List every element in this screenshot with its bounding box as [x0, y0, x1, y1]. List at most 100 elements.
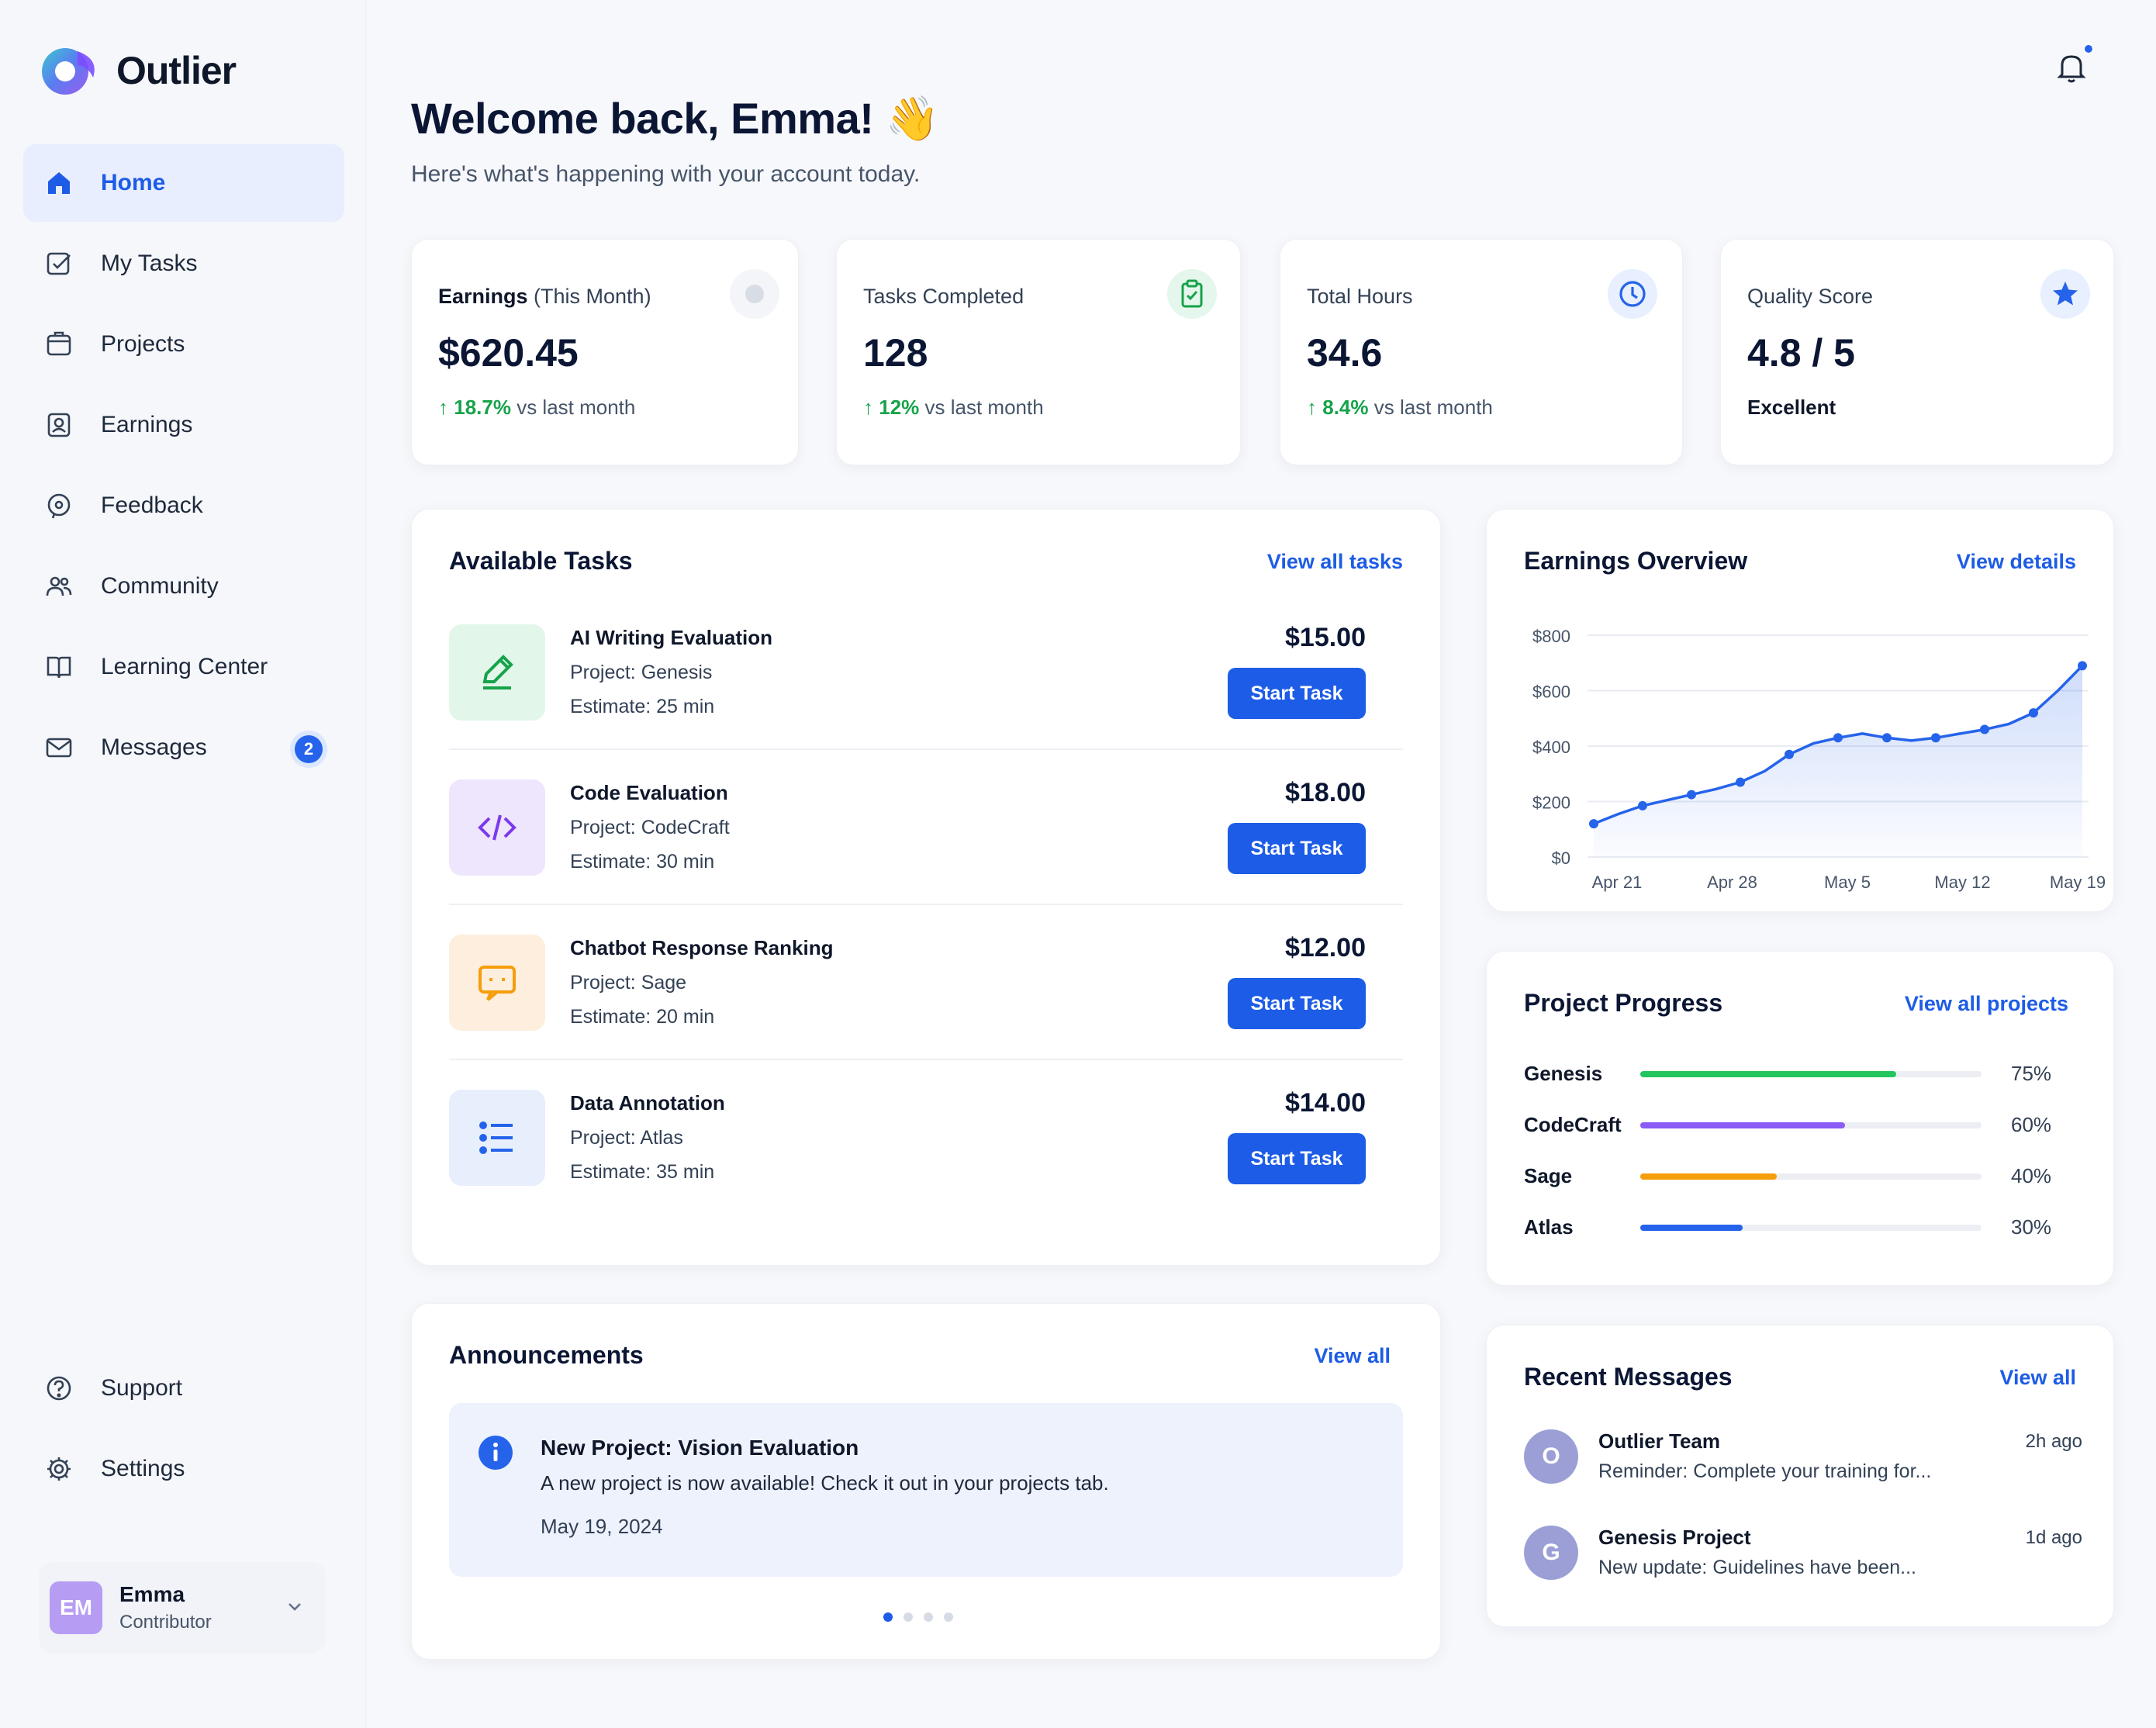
start-task-button[interactable]: Start Task — [1228, 978, 1366, 1029]
y-tick-label: $600 — [1532, 683, 1570, 702]
progress-track — [1640, 1122, 1982, 1128]
y-tick-label: $200 — [1532, 793, 1570, 813]
pager-dot[interactable] — [924, 1612, 933, 1622]
project-progress-panel: Project Progress View all projects Genes… — [1486, 951, 2114, 1286]
clock-icon — [1608, 269, 1657, 319]
sidebar-item-label: Settings — [101, 1456, 185, 1481]
bottom-nav: Support Settings — [23, 1350, 344, 1511]
sidebar-item-feedback[interactable]: Feedback — [23, 467, 344, 544]
notifications-bell-icon[interactable] — [2052, 48, 2091, 87]
data-point — [1638, 800, 1647, 810]
sidebar-item-settings[interactable]: Settings — [23, 1430, 344, 1508]
clipboard-icon — [1167, 269, 1217, 319]
x-tick-label: Apr 28 — [1707, 873, 1757, 892]
sidebar-item-label: Learning Center — [101, 654, 268, 679]
announcement-card[interactable]: New Project: Vision Evaluation A new pro… — [449, 1403, 1403, 1577]
task-estimate: Estimate: 25 min — [570, 696, 715, 717]
sidebar-item-label: My Tasks — [101, 251, 198, 276]
view-all-projects-link[interactable]: View all projects — [1905, 992, 2068, 1016]
panel-title: Recent Messages — [1524, 1363, 1733, 1391]
sidebar-item-home[interactable]: Home — [23, 144, 344, 222]
start-task-button[interactable]: Start Task — [1228, 823, 1366, 874]
stat-delta: ↑ 12% vs last month — [863, 396, 1044, 419]
feedback-icon — [47, 493, 71, 519]
announcement-body: A new project is now available! Check it… — [541, 1471, 1109, 1495]
stat-card-earnings: Earnings (This Month) $620.45 ↑ 18.7% vs… — [411, 239, 799, 465]
pager-dot[interactable] — [883, 1612, 893, 1622]
sidebar-item-label: Messages — [101, 734, 207, 760]
x-tick-label: May 19 — [2050, 873, 2106, 892]
data-point — [1833, 733, 1843, 743]
sidebar-item-label: Projects — [101, 331, 185, 357]
sidebar-item-community[interactable]: Community — [23, 548, 344, 625]
avatar: O — [1524, 1429, 1578, 1484]
pager-dot[interactable] — [904, 1612, 913, 1622]
book-icon — [47, 656, 71, 679]
start-task-button[interactable]: Start Task — [1228, 668, 1366, 719]
user-menu[interactable]: EM Emma Contributor — [39, 1562, 326, 1654]
stat-delta: ↑ 18.7% vs last month — [438, 396, 636, 419]
app-name: Outlier — [116, 49, 237, 92]
task-price: $15.00 — [1285, 623, 1366, 652]
progress-track — [1640, 1225, 1982, 1231]
list-icon — [449, 1090, 545, 1186]
carousel-pager — [883, 1612, 953, 1622]
message-item[interactable]: O Outlier Team Reminder: Complete your t… — [1524, 1429, 2082, 1507]
folder-icon — [47, 331, 71, 356]
project-name: Genesis — [1524, 1062, 1603, 1085]
app-logo[interactable]: Outlier — [39, 43, 237, 98]
task-title: Data Annotation — [570, 1091, 725, 1115]
sidebar-item-learning-center[interactable]: Learning Center — [23, 628, 344, 706]
view-all-messages-link[interactable]: View all — [1999, 1366, 2076, 1390]
message-time: 1d ago — [2025, 1527, 2082, 1548]
data-point — [1589, 819, 1598, 829]
task-project: Project: CodeCraft — [570, 817, 730, 838]
x-tick-label: May 5 — [1824, 873, 1871, 892]
project-progress-row[interactable]: Genesis 75% — [1524, 1059, 2067, 1090]
info-icon — [479, 1436, 513, 1470]
user-role: Contributor — [119, 1612, 212, 1633]
sidebar-item-label: Community — [101, 573, 219, 599]
stat-delta: ↑ 8.4% vs last month — [1307, 396, 1493, 419]
project-name: CodeCraft — [1524, 1113, 1622, 1136]
sidebar-item-my-tasks[interactable]: My Tasks — [23, 225, 344, 302]
gear-icon — [47, 1457, 71, 1481]
data-point — [2029, 708, 2038, 718]
data-point — [1785, 749, 1794, 759]
announcement-title: New Project: Vision Evaluation — [541, 1436, 859, 1460]
progress-percent: 40% — [2011, 1164, 2052, 1187]
task-estimate: Estimate: 20 min — [570, 1006, 715, 1028]
project-progress-row[interactable]: CodeCraft 60% — [1524, 1110, 2067, 1141]
message-time: 2h ago — [2025, 1431, 2082, 1452]
earnings-icon — [47, 413, 71, 437]
sidebar-item-earnings[interactable]: Earnings — [23, 386, 344, 464]
divider — [449, 1059, 1403, 1060]
tasks-icon — [47, 252, 71, 275]
main-nav: Home My Tasks Projects Earnings Feedback… — [23, 144, 344, 790]
user-info: Emma Contributor — [119, 1582, 212, 1633]
sidebar-item-projects[interactable]: Projects — [23, 306, 344, 383]
available-tasks-panel: Available Tasks View all tasks AI Writin… — [411, 509, 1441, 1266]
project-name: Atlas — [1524, 1215, 1574, 1239]
view-all-tasks-link[interactable]: View all tasks — [1267, 550, 1403, 574]
page-subtitle: Here's what's happening with your accoun… — [411, 161, 921, 187]
outlier-logo-icon — [42, 48, 95, 95]
pager-dot[interactable] — [944, 1612, 953, 1622]
view-all-announcements-link[interactable]: View all — [1314, 1344, 1391, 1368]
sidebar-item-support[interactable]: Support — [23, 1350, 344, 1427]
y-tick-label: $0 — [1552, 848, 1570, 868]
task-title: Code Evaluation — [570, 781, 728, 804]
help-icon — [47, 1376, 71, 1401]
message-item[interactable]: G Genesis Project New update: Guidelines… — [1524, 1526, 2082, 1603]
project-progress-row[interactable]: Sage 40% — [1524, 1161, 2067, 1192]
message-preview: Reminder: Complete your training for... — [1598, 1460, 1932, 1482]
task-item: Data Annotation Project: Atlas Estimate:… — [449, 1088, 1403, 1243]
project-progress-row[interactable]: Atlas 30% — [1524, 1212, 2067, 1243]
sidebar-item-label: Home — [101, 170, 166, 195]
chat-icon — [449, 935, 545, 1031]
start-task-button[interactable]: Start Task — [1228, 1133, 1366, 1184]
data-point — [2078, 661, 2087, 671]
progress-track — [1640, 1173, 1982, 1180]
sidebar-item-messages[interactable]: Messages 2 — [23, 709, 344, 786]
stat-card-total-hours: Total Hours 34.6 ↑ 8.4% vs last month — [1280, 239, 1683, 465]
